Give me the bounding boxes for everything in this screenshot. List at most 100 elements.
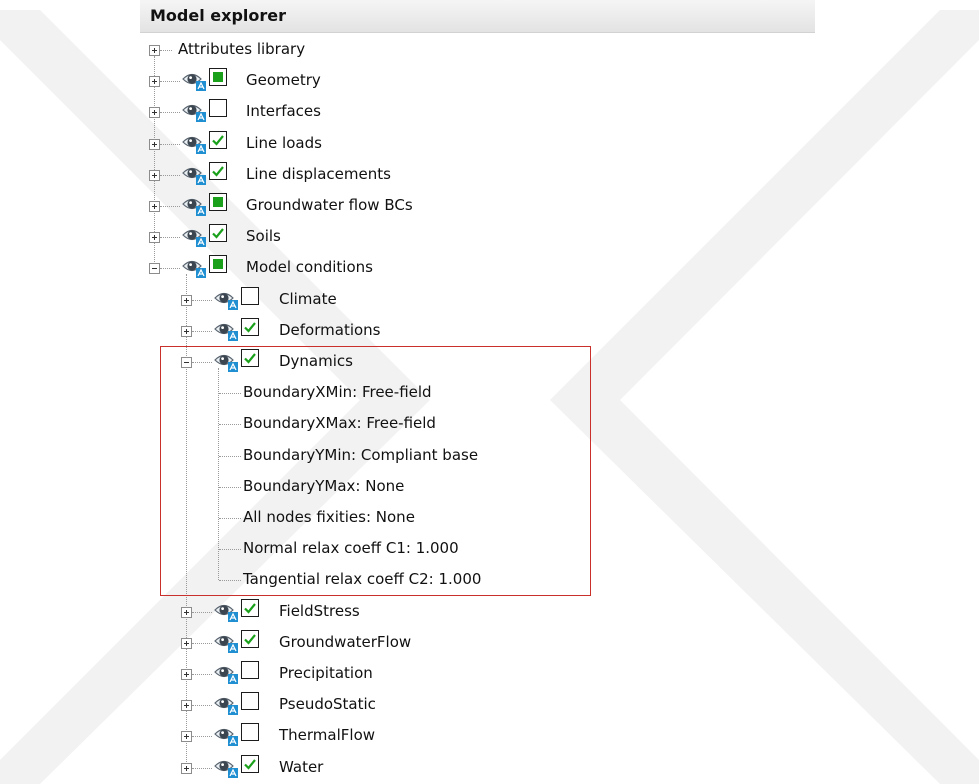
tree-item-pseudostatic[interactable]: PseudoStatic — [279, 695, 376, 713]
eye-icon[interactable] — [182, 70, 208, 92]
eye-icon[interactable] — [214, 320, 240, 342]
expand-toggle-geometry[interactable] — [149, 76, 160, 88]
tree-item-line-loads[interactable]: Line loads — [246, 134, 322, 152]
checkmark-icon — [242, 350, 258, 366]
tree-item-attributes-library[interactable]: Attributes library — [178, 40, 305, 58]
dynamics-property: BoundaryYMin: Compliant base — [243, 445, 479, 464]
empty-check-icon — [242, 693, 258, 709]
tree-item-groundwaterflow[interactable]: GroundwaterFlow — [279, 633, 411, 651]
expand-toggle-water[interactable] — [181, 762, 192, 774]
eye-icon[interactable] — [214, 632, 240, 654]
tree-item-model-conditions[interactable]: Model conditions — [246, 258, 373, 276]
tree-item-geometry[interactable]: Geometry — [246, 71, 321, 89]
expand-toggle-groundwaterflow[interactable] — [181, 637, 192, 649]
eye-icon[interactable] — [182, 257, 208, 279]
eye-icon[interactable] — [214, 351, 240, 373]
partial-check-icon — [210, 194, 226, 210]
expand-toggle-deformations[interactable] — [181, 325, 192, 337]
eye-icon[interactable] — [182, 101, 208, 123]
eye-icon[interactable] — [182, 226, 208, 248]
eye-icon[interactable] — [182, 195, 208, 217]
checkbox-deformations[interactable] — [241, 317, 259, 336]
checkbox-precipitation[interactable] — [241, 661, 259, 679]
tree-item-interfaces[interactable]: Interfaces — [246, 102, 321, 120]
checkbox-groundwaterflow[interactable] — [241, 629, 259, 648]
eye-icon[interactable] — [214, 757, 240, 779]
dynamics-property: All nodes fixities: None — [243, 508, 415, 526]
tree-item-deformations[interactable]: Deformations — [279, 321, 381, 339]
tree-guide-line — [160, 81, 180, 83]
checkbox-line-displacements[interactable] — [209, 161, 227, 180]
dynamics-property: Tangential relax coeff C2: 1.000 — [243, 570, 482, 589]
tree-guide-line — [219, 580, 241, 582]
tree-guide-line — [219, 455, 241, 457]
checkbox-climate[interactable] — [241, 286, 259, 305]
tree-guide-line — [219, 549, 241, 551]
checkmark-icon — [242, 756, 258, 772]
checkbox-dynamics[interactable] — [241, 349, 259, 367]
empty-check-icon — [210, 100, 226, 116]
collapse-toggle-model-conditions[interactable] — [149, 263, 160, 275]
eye-icon[interactable] — [182, 133, 208, 155]
tree-item-dynamics[interactable]: Dynamics — [279, 352, 353, 370]
checkbox-water[interactable] — [241, 754, 259, 773]
expand-toggle-attributes-library[interactable] — [149, 45, 160, 56]
tree-guide-line — [160, 174, 180, 176]
checkmark-icon — [242, 600, 258, 616]
eye-icon[interactable] — [214, 694, 240, 716]
tree-guide-line — [160, 206, 180, 207]
eye-icon[interactable] — [214, 289, 240, 311]
tree-guide-line — [186, 274, 187, 768]
tree-guide-line — [192, 299, 212, 301]
expand-toggle-interfaces[interactable] — [149, 107, 160, 119]
panel-title: Model explorer — [150, 6, 287, 25]
tree-item-fieldstress[interactable]: FieldStress — [279, 602, 360, 620]
checkbox-interfaces[interactable] — [209, 99, 227, 118]
eye-icon[interactable] — [214, 663, 240, 685]
tree-item-soils[interactable]: Soils — [246, 227, 281, 245]
tree-guide-line — [219, 518, 241, 519]
tree-guide-line — [160, 143, 180, 145]
tree-item-groundwater-flow-bcs[interactable]: Groundwater flow BCs — [246, 196, 413, 214]
dynamics-property: BoundaryXMin: Free-field — [243, 383, 432, 402]
empty-check-icon — [242, 724, 258, 740]
checkbox-soils[interactable] — [209, 224, 227, 243]
tree-guide-line — [219, 486, 241, 488]
tree-item-precipitation[interactable]: Precipitation — [279, 664, 373, 682]
checkbox-groundwater-flow-bcs[interactable] — [209, 193, 227, 211]
expand-toggle-line-loads[interactable] — [149, 138, 160, 150]
tree-item-line-displacements[interactable]: Line displacements — [246, 165, 391, 183]
tree-item-thermalflow[interactable]: ThermalFlow — [279, 726, 375, 744]
expand-toggle-soils[interactable] — [149, 232, 160, 244]
checkmark-icon — [210, 132, 226, 148]
checkbox-fieldstress[interactable] — [241, 598, 259, 617]
expand-toggle-groundwater-flow-bcs[interactable] — [149, 201, 160, 212]
tree-guide-line — [192, 736, 212, 738]
tree-guide-line — [192, 642, 212, 644]
checkmark-icon — [242, 631, 258, 647]
tree-guide-line — [160, 237, 180, 239]
checkbox-line-loads[interactable] — [209, 130, 227, 149]
tree-guide-line — [160, 50, 172, 51]
checkbox-thermalflow[interactable] — [241, 723, 259, 742]
expand-toggle-pseudostatic[interactable] — [181, 700, 192, 712]
tree-guide-line — [192, 767, 212, 769]
empty-check-icon — [242, 662, 258, 678]
partial-check-icon — [210, 256, 226, 272]
checkbox-pseudostatic[interactable] — [241, 692, 259, 711]
eye-icon[interactable] — [182, 164, 208, 186]
collapse-toggle-dynamics[interactable] — [181, 357, 192, 368]
expand-toggle-climate[interactable] — [181, 294, 192, 306]
expand-toggle-precipitation[interactable] — [181, 669, 192, 680]
eye-icon[interactable] — [214, 725, 240, 747]
tree-item-climate[interactable]: Climate — [279, 290, 337, 308]
tree-item-water[interactable]: Water — [279, 758, 323, 776]
tree-guide-line — [192, 674, 212, 675]
eye-icon[interactable] — [214, 601, 240, 623]
checkbox-model-conditions[interactable] — [209, 255, 227, 274]
expand-toggle-thermalflow[interactable] — [181, 731, 192, 743]
expand-toggle-fieldstress[interactable] — [181, 606, 192, 618]
expand-toggle-line-displacements[interactable] — [149, 169, 160, 181]
tree-guide-line — [192, 611, 212, 613]
checkbox-geometry[interactable] — [209, 68, 227, 87]
